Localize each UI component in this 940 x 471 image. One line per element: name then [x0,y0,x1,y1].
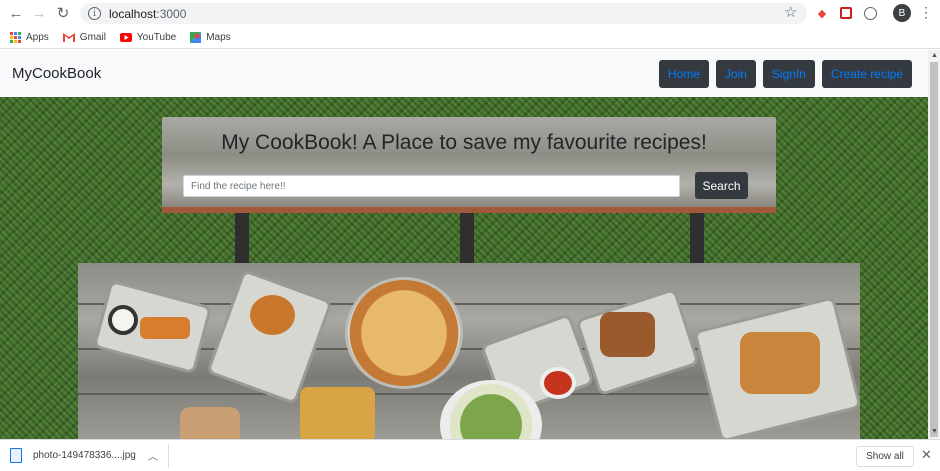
ketchup [540,367,576,399]
bookmark-youtube[interactable]: YouTube [119,32,177,43]
bookmark-star-icon[interactable]: ☆ [784,3,797,21]
back-icon[interactable]: ← [5,2,27,24]
profile-avatar[interactable]: B [893,4,911,22]
fries [140,317,190,339]
pizza [345,277,463,389]
show-all-button[interactable]: Show all [856,446,914,467]
buns [180,407,240,439]
browser-menu-icon[interactable]: ⋮ [919,4,933,21]
maps-icon [190,32,202,43]
reload-icon[interactable]: ↻ [52,2,74,24]
forward-icon[interactable]: → [28,2,50,24]
nav-create-recipe-button[interactable]: Create recipe [821,60,912,88]
hero-section: My CookBook! A Place to save my favourit… [0,97,928,439]
page-scrollbar[interactable]: ▲ ▼ [928,50,940,439]
wings [600,312,655,357]
bookmark-label: YouTube [136,32,177,43]
browser-toolbar: ← → ↻ i localhost:3000 ☆ ◆ B ⋮ [0,0,940,27]
nav-home-button[interactable]: Home [658,60,709,88]
scroll-up-arrow-icon[interactable]: ▲ [931,52,938,59]
bookmark-label: Maps [206,32,231,43]
extension-icon-2[interactable] [838,5,854,21]
image-file-icon [10,448,22,463]
download-bar: photo-149478336....jpg ︿ Show all ✕ [0,439,940,471]
url-port: :3000 [156,6,187,21]
bench-leg [235,213,249,263]
bookmark-label: Gmail [79,32,106,43]
nav-links: Home Join SignIn Create recipe [658,60,912,88]
page-title: My CookBook! A Place to save my favourit… [221,131,707,154]
close-icon[interactable]: ✕ [921,447,932,463]
bookmark-apps[interactable]: Apps [10,32,49,43]
bookmark-label: Apps [26,32,49,43]
search-button[interactable]: Search [695,172,748,199]
download-item[interactable]: photo-149478336....jpg [10,448,136,463]
scroll-down-arrow-icon[interactable]: ▼ [931,428,938,435]
apps-grid-icon [10,32,21,43]
bench-leg [690,213,704,263]
taco [740,332,820,394]
bookmarks-bar: Apps Gmail YouTube Maps [0,27,940,49]
bench-leg [460,213,474,263]
download-separator [168,444,169,468]
burger [250,295,295,335]
bookmark-maps[interactable]: Maps [190,32,231,43]
recipe-search-input[interactable]: Find the recipe here!! [183,175,680,197]
url-text: localhost:3000 [109,7,186,21]
chevron-up-icon[interactable]: ︿ [148,448,158,463]
site-info-icon[interactable]: i [88,7,101,20]
nachos [300,387,375,439]
fries-sauce [108,305,138,335]
brand-logo[interactable]: MyCookBook [12,65,101,82]
scrollbar-thumb[interactable] [930,62,938,437]
bookmark-gmail[interactable]: Gmail [62,32,106,43]
address-bar[interactable]: i localhost:3000 [80,3,807,24]
nav-signin-button[interactable]: SignIn [762,60,815,88]
url-host: localhost [109,6,157,21]
extension-icon-1[interactable]: ◆ [814,5,830,21]
page-viewport: MyCookBook Home Join SignIn Create recip… [0,50,928,439]
nav-join-button[interactable]: Join [715,60,756,88]
youtube-icon [119,33,132,42]
gmail-icon [62,33,75,42]
site-navbar: MyCookBook Home Join SignIn Create recip… [0,50,928,97]
download-file-name: photo-149478336....jpg [33,450,136,461]
extension-icon-3[interactable] [862,5,878,21]
